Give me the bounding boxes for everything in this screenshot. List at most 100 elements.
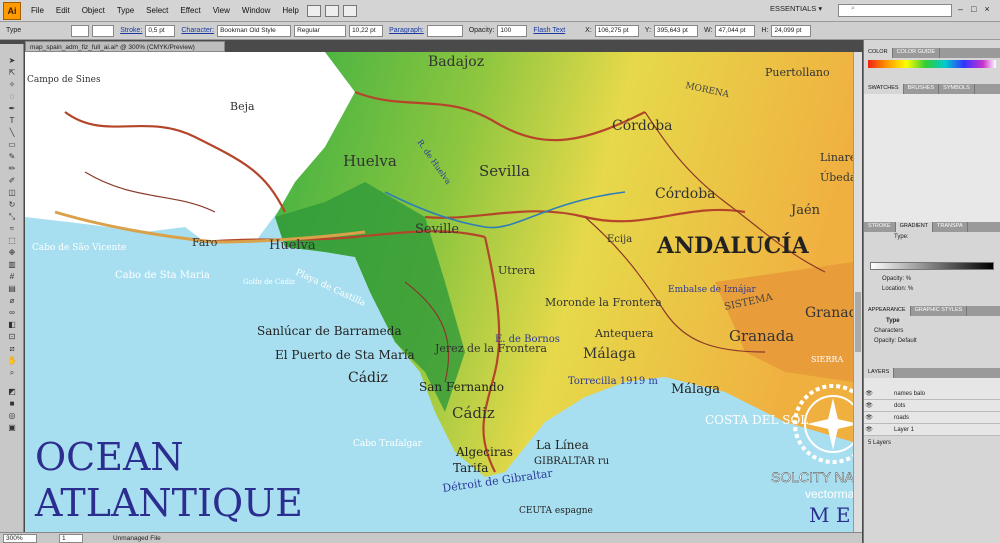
magic-wand-tool-icon[interactable]: ✧ bbox=[3, 79, 21, 90]
status-info[interactable]: Unmanaged File bbox=[113, 535, 161, 542]
search-input[interactable]: ⌕ bbox=[838, 4, 952, 17]
tab-transparency[interactable]: TRANSPA bbox=[933, 222, 968, 232]
artboard-canvas[interactable]: Badajoz Puertollano Beja Córdoba Huelva … bbox=[25, 52, 853, 532]
slice-tool-icon[interactable]: ⧄ bbox=[3, 343, 21, 354]
tab-brushes[interactable]: BRUSHES bbox=[904, 84, 940, 94]
lasso-tool-icon[interactable]: ◌ bbox=[3, 91, 21, 102]
menu-object[interactable]: Object bbox=[76, 6, 111, 15]
layer-row[interactable]: 👁 names balo bbox=[864, 388, 1000, 400]
menu-help[interactable]: Help bbox=[276, 6, 304, 15]
paintbrush-tool-icon[interactable]: ✎ bbox=[3, 151, 21, 162]
x-field[interactable]: 106,275 pt bbox=[594, 24, 639, 37]
restore-icon[interactable]: □ bbox=[971, 4, 976, 14]
document-tab[interactable]: map_spain_adm_fiz_full_ai.ai* @ 300% (CM… bbox=[25, 41, 225, 52]
label-cabo-sta-maria: Cabo de Sta Maria bbox=[115, 270, 210, 281]
eye-icon[interactable]: 👁 bbox=[864, 390, 874, 397]
stroke-swatch[interactable] bbox=[92, 24, 115, 37]
menu-bar: Ai File Edit Object Type Select Effect V… bbox=[0, 0, 1000, 22]
hand-tool-icon[interactable]: ✋ bbox=[3, 355, 21, 366]
appearance-characters[interactable]: Characters bbox=[864, 326, 1000, 336]
font-style-select[interactable]: Regular bbox=[294, 24, 347, 37]
page-field[interactable]: 1 bbox=[59, 533, 83, 543]
eraser-tool-icon[interactable]: ◫ bbox=[3, 187, 21, 198]
font-size-field[interactable]: 10,22 pt bbox=[349, 24, 384, 37]
menu-type[interactable]: Type bbox=[111, 6, 140, 15]
tab-gradient[interactable]: GRADIENT bbox=[895, 222, 934, 232]
w-field[interactable]: 47,044 pt bbox=[715, 24, 756, 37]
free-transform-tool-icon[interactable]: ⬚ bbox=[3, 235, 21, 246]
screen-mode-tool-icon[interactable]: ▣ bbox=[3, 422, 21, 433]
tab-layers[interactable]: LAYERS bbox=[864, 368, 895, 378]
menu-view[interactable]: View bbox=[207, 6, 236, 15]
status-bar: 300% 1 Unmanaged File bbox=[0, 532, 862, 543]
artboard-tool-icon[interactable]: ⊡ bbox=[3, 331, 21, 342]
rotate-tool-icon[interactable]: ↻ bbox=[3, 199, 21, 210]
layer-row[interactable]: 👁 Layer 1 bbox=[864, 424, 1000, 436]
tab-color[interactable]: COLOR bbox=[864, 48, 893, 58]
opacity-field[interactable]: 100 bbox=[497, 24, 528, 37]
menu-effect[interactable]: Effect bbox=[174, 6, 206, 15]
blob-brush-tool-icon[interactable]: ✐ bbox=[3, 175, 21, 186]
label-costa-del-sol: COSTA DEL SOL bbox=[705, 413, 808, 427]
direct-selection-tool-icon[interactable]: ⇱ bbox=[3, 67, 21, 78]
draw-mode-icon[interactable]: ◎ bbox=[3, 410, 21, 421]
gradient-tool-icon[interactable]: ▤ bbox=[3, 283, 21, 294]
eyedropper-tool-icon[interactable]: ⌀ bbox=[3, 295, 21, 306]
layer-row[interactable]: 👁 dots bbox=[864, 400, 1000, 412]
menu-window[interactable]: Window bbox=[236, 6, 276, 15]
swatches-area[interactable] bbox=[864, 94, 1000, 222]
stroke-label[interactable]: Stroke: bbox=[120, 27, 142, 34]
close-icon[interactable]: × bbox=[984, 4, 989, 14]
y-field[interactable]: 395,643 pt bbox=[654, 24, 699, 37]
menu-file[interactable]: File bbox=[25, 6, 50, 15]
symbol-sprayer-tool-icon[interactable]: ❉ bbox=[3, 247, 21, 258]
vertical-scrollbar[interactable] bbox=[853, 52, 862, 532]
city-san-fernando: San Fernando bbox=[419, 380, 504, 394]
mesh-tool-icon[interactable]: # bbox=[3, 271, 21, 282]
stroke-weight-field[interactable]: 0,5 pt bbox=[145, 24, 176, 37]
tab-symbols[interactable]: SYMBOLS bbox=[939, 84, 975, 94]
minimize-icon[interactable]: – bbox=[958, 4, 963, 14]
color-mode-icon[interactable]: ■ bbox=[3, 398, 21, 409]
rectangle-tool-icon[interactable]: ▭ bbox=[3, 139, 21, 150]
type-tool-icon[interactable]: T bbox=[3, 115, 21, 126]
gradient-slider[interactable] bbox=[870, 262, 994, 270]
scroll-thumb[interactable] bbox=[855, 292, 861, 352]
eye-icon[interactable]: 👁 bbox=[864, 426, 874, 433]
tab-appearance[interactable]: APPEARANCE bbox=[864, 306, 911, 316]
zoom-tool-icon[interactable]: ⌕ bbox=[3, 367, 21, 378]
pen-tool-icon[interactable]: ✒ bbox=[3, 103, 21, 114]
appearance-opacity-label[interactable]: Opacity: bbox=[874, 338, 896, 344]
fill-swatch[interactable] bbox=[71, 24, 90, 37]
color-spectrum[interactable] bbox=[868, 60, 996, 68]
tab-graphic-styles[interactable]: GRAPHIC STYLES bbox=[911, 306, 968, 316]
bridge-icon[interactable] bbox=[306, 4, 321, 17]
character-label[interactable]: Character: bbox=[181, 27, 214, 34]
eye-icon[interactable]: 👁 bbox=[864, 402, 874, 409]
blend-tool-icon[interactable]: ∞ bbox=[3, 307, 21, 318]
warp-tool-icon[interactable]: ≈ bbox=[3, 223, 21, 234]
screen-mode-icon[interactable] bbox=[342, 4, 357, 17]
workspace-switcher[interactable]: ESSENTIALS ▾ bbox=[770, 4, 822, 13]
font-family-select[interactable]: Bookman Old Style bbox=[217, 24, 292, 37]
fill-stroke-icon[interactable]: ◩ bbox=[3, 386, 21, 397]
column-graph-tool-icon[interactable]: ▥ bbox=[3, 259, 21, 270]
layer-row[interactable]: 👁 roads bbox=[864, 412, 1000, 424]
arrange-documents-icon[interactable] bbox=[324, 4, 339, 17]
tab-stroke[interactable]: STROKE bbox=[864, 222, 896, 232]
flash-text-link[interactable]: Flash Text bbox=[533, 27, 565, 34]
pencil-tool-icon[interactable]: ✏ bbox=[3, 163, 21, 174]
zoom-field[interactable]: 300% bbox=[3, 533, 37, 543]
menu-select[interactable]: Select bbox=[140, 6, 174, 15]
h-field[interactable]: 24,099 pt bbox=[771, 24, 812, 37]
paragraph-label[interactable]: Paragraph: bbox=[389, 27, 424, 34]
tab-color-guide[interactable]: COLOR GUIDE bbox=[893, 48, 941, 58]
selection-tool-icon[interactable]: ➤ bbox=[3, 55, 21, 66]
menu-edit[interactable]: Edit bbox=[50, 6, 76, 15]
eye-icon[interactable]: 👁 bbox=[864, 414, 874, 421]
line-tool-icon[interactable]: ╲ bbox=[3, 127, 21, 138]
align-buttons[interactable] bbox=[426, 24, 463, 37]
tab-swatches[interactable]: SWATCHES bbox=[864, 84, 904, 94]
scale-tool-icon[interactable]: ⤡ bbox=[3, 211, 21, 222]
live-paint-tool-icon[interactable]: ◧ bbox=[3, 319, 21, 330]
